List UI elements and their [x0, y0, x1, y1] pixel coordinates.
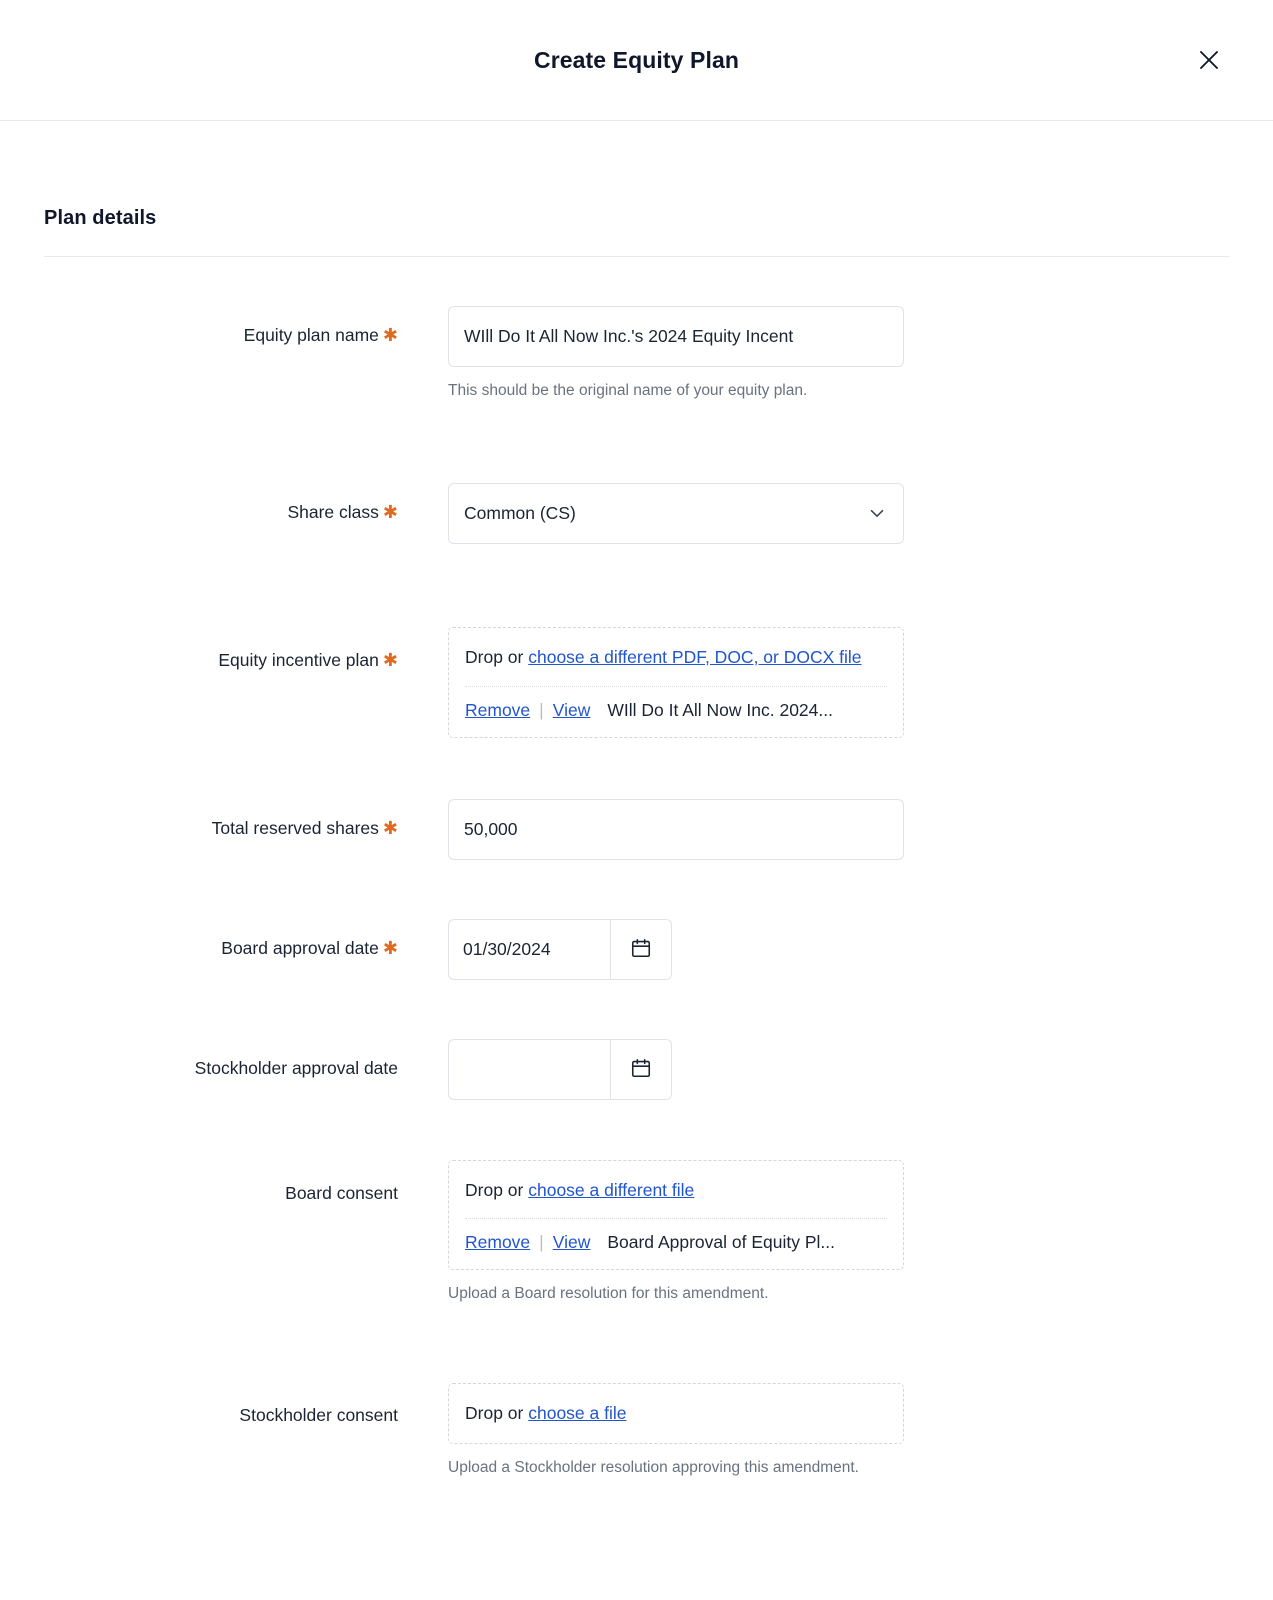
modal-body: Plan details Equity plan name✱ This shou…: [0, 121, 1273, 1479]
help-board-consent: Upload a Board resolution for this amend…: [448, 1285, 769, 1303]
label-text: Stockholder approval date: [194, 1057, 398, 1078]
stockholder-consent-dropzone[interactable]: Drop or choose a file: [448, 1383, 904, 1445]
control-stockholder-consent: Drop or choose a file Upload a Stockhold…: [448, 1383, 1229, 1479]
help-equity-plan-name: This should be the original name of your…: [448, 382, 808, 399]
label-stockholder-consent: Stockholder consent: [44, 1383, 448, 1428]
label-share-class: Share class ✱: [44, 483, 448, 525]
modal-header: Create Equity Plan: [0, 0, 1273, 121]
control-share-class: Common (CS): [448, 482, 1229, 544]
label-equity-plan-name: Equity plan name ✱: [44, 306, 448, 348]
equity-plan-name-input[interactable]: [448, 306, 904, 367]
required-asterisk: ✱: [382, 325, 398, 345]
view-file-link[interactable]: View: [553, 700, 591, 721]
close-icon[interactable]: [1189, 40, 1229, 80]
drop-prefix-text: Drop or: [465, 646, 524, 667]
label-board-approval-date: Board approval date ✱: [44, 919, 448, 961]
section-divider: [44, 256, 1229, 257]
label-text: Total reserved shares: [211, 817, 379, 838]
field-stockholder-consent: Stockholder consent Drop or choose a fil…: [44, 1383, 1229, 1479]
dropzone-prompt: Drop or choose a different file: [465, 1178, 887, 1204]
choose-file-link[interactable]: choose a file: [528, 1403, 626, 1423]
label-text: Share class: [287, 501, 379, 522]
control-equity-plan-name: This should be the original name of your…: [448, 306, 1229, 402]
dropzone-prompt: Drop or choose a different PDF, DOC, or …: [465, 645, 887, 671]
total-reserved-shares-input[interactable]: [448, 798, 904, 860]
calendar-icon-button[interactable]: [610, 1039, 671, 1099]
required-asterisk: ✱: [382, 937, 398, 958]
board-consent-dropzone[interactable]: Drop or choose a different file Remove |…: [448, 1159, 904, 1271]
control-stockholder-approval-date: [448, 1038, 1229, 1100]
attached-file-name: Board Approval of Equity Pl...: [607, 1232, 835, 1253]
label-equity-incentive-plan: Equity incentive plan ✱: [44, 627, 448, 673]
label-total-reserved-shares: Total reserved shares ✱: [44, 799, 448, 841]
control-total-reserved-shares: [448, 798, 1229, 860]
board-approval-date-input[interactable]: [449, 919, 610, 979]
view-file-link[interactable]: View: [553, 1232, 591, 1253]
link-separator: |: [539, 1232, 544, 1253]
help-stockholder-consent: Upload a Stockholder resolution approvin…: [448, 1459, 859, 1477]
dropzone-divider: [465, 685, 887, 687]
label-stockholder-approval-date: Stockholder approval date: [44, 1039, 448, 1081]
label-board-consent: Board consent: [44, 1160, 448, 1206]
attached-file-name: WIll Do It All Now Inc. 2024...: [607, 699, 833, 720]
control-equity-incentive-plan: Drop or choose a different PDF, DOC, or …: [448, 626, 1229, 738]
required-asterisk: ✱: [382, 501, 398, 522]
label-text: Stockholder consent: [239, 1405, 398, 1426]
field-board-approval-date: Board approval date ✱: [44, 918, 1229, 980]
field-board-consent: Board consent Drop or choose a different…: [44, 1159, 1229, 1306]
plan-details-form: Equity plan name✱ This should be the ori…: [44, 306, 1229, 1479]
label-text: Equity plan name: [243, 325, 379, 345]
stockholder-approval-date-wrap: [448, 1038, 672, 1100]
field-total-reserved-shares: Total reserved shares ✱: [44, 798, 1229, 860]
control-board-approval-date: [448, 918, 1229, 980]
choose-file-link[interactable]: choose a different PDF, DOC, or DOCX fil…: [528, 647, 861, 667]
attached-file-row: Remove | View Board Approval of Equity P…: [465, 1232, 887, 1253]
board-approval-date-wrap: [448, 918, 672, 980]
drop-prefix-text: Drop or: [465, 1403, 524, 1424]
share-class-select[interactable]: Common (CS): [448, 482, 904, 544]
field-stockholder-approval-date: Stockholder approval date: [44, 1038, 1229, 1100]
field-equity-plan-name: Equity plan name✱ This should be the ori…: [44, 306, 1229, 402]
stockholder-approval-date-input[interactable]: [449, 1039, 610, 1099]
share-class-select-wrap: Common (CS): [448, 482, 904, 544]
dropzone-divider: [465, 1218, 887, 1220]
link-separator: |: [539, 699, 544, 720]
page-title: Create Equity Plan: [533, 46, 740, 73]
label-text: Board consent: [285, 1182, 398, 1203]
dropzone-prompt: Drop or choose a file: [465, 1401, 887, 1427]
control-board-consent: Drop or choose a different file Remove |…: [448, 1159, 1229, 1306]
label-text: Board approval date: [221, 937, 379, 958]
attached-file-row: Remove | View WIll Do It All Now Inc. 20…: [465, 700, 887, 721]
required-asterisk: ✱: [382, 649, 398, 670]
required-asterisk: ✱: [382, 817, 398, 838]
section-title-plan-details: Plan details: [44, 207, 157, 229]
calendar-icon-button[interactable]: [610, 919, 671, 979]
remove-file-link[interactable]: Remove: [465, 700, 530, 721]
create-equity-plan-modal: Create Equity Plan Plan details Equity p…: [0, 0, 1273, 1600]
choose-file-link[interactable]: choose a different file: [528, 1180, 694, 1200]
drop-prefix-text: Drop or: [465, 1179, 524, 1200]
field-equity-incentive-plan: Equity incentive plan ✱ Drop or choose a …: [44, 626, 1229, 738]
remove-file-link[interactable]: Remove: [465, 1232, 530, 1253]
calendar-icon: [630, 1057, 652, 1082]
label-text: Equity incentive plan: [218, 649, 379, 670]
share-class-selected-value: Common (CS): [464, 502, 576, 523]
equity-incentive-plan-dropzone[interactable]: Drop or choose a different PDF, DOC, or …: [448, 626, 904, 738]
field-share-class: Share class ✱ Common (CS): [44, 482, 1229, 544]
calendar-icon: [630, 937, 652, 962]
